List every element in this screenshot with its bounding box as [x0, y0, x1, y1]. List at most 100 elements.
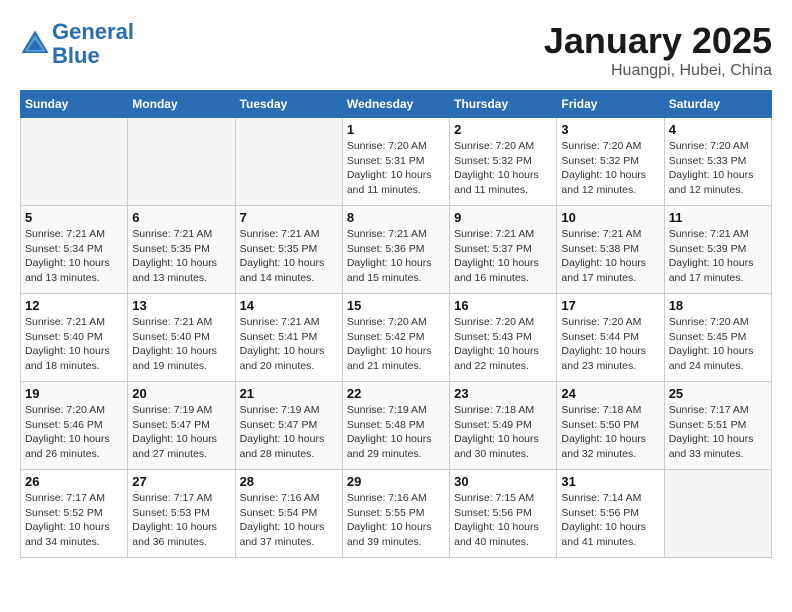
day-info: Sunrise: 7:20 AM Sunset: 5:42 PM Dayligh…: [347, 315, 445, 374]
day-info: Sunrise: 7:20 AM Sunset: 5:44 PM Dayligh…: [561, 315, 659, 374]
day-number: 25: [669, 386, 767, 401]
day-number: 12: [25, 298, 123, 313]
header-wednesday: Wednesday: [342, 91, 449, 118]
calendar-cell: 26Sunrise: 7:17 AM Sunset: 5:52 PM Dayli…: [21, 470, 128, 558]
day-number: 15: [347, 298, 445, 313]
calendar-cell: 27Sunrise: 7:17 AM Sunset: 5:53 PM Dayli…: [128, 470, 235, 558]
day-number: 8: [347, 210, 445, 225]
day-number: 19: [25, 386, 123, 401]
calendar-cell: [235, 118, 342, 206]
day-number: 2: [454, 122, 552, 137]
header-tuesday: Tuesday: [235, 91, 342, 118]
day-info: Sunrise: 7:21 AM Sunset: 5:39 PM Dayligh…: [669, 227, 767, 286]
logo-line1: General: [52, 19, 134, 44]
day-number: 17: [561, 298, 659, 313]
day-number: 22: [347, 386, 445, 401]
calendar-cell: 9 Sunrise: 7:21 AM Sunset: 5:37 PM Daylig…: [450, 206, 557, 294]
calendar-cell: 1Sunrise: 7:20 AM Sunset: 5:31 PM Daylig…: [342, 118, 449, 206]
day-number: 9: [454, 210, 552, 225]
calendar-cell: 10 Sunrise: 7:21 AM Sunset: 5:38 PM Dayli…: [557, 206, 664, 294]
calendar-cell: 31 Sunrise: 7:14 AM Sunset: 5:56 PM Dayli…: [557, 470, 664, 558]
calendar-cell: 7Sunrise: 7:21 AM Sunset: 5:35 PM Daylig…: [235, 206, 342, 294]
day-info: Sunrise: 7:21 AM Sunset: 5:36 PM Dayligh…: [347, 227, 445, 286]
day-number: 6: [132, 210, 230, 225]
day-info: Sunrise: 7:21 AM Sunset: 5:37 PM Dayligh…: [454, 227, 552, 286]
calendar-cell: 6 Sunrise: 7:21 AM Sunset: 5:35 PM Daylig…: [128, 206, 235, 294]
day-info: Sunrise: 7:14 AM Sunset: 5:56 PM Dayligh…: [561, 491, 659, 550]
day-info: Sunrise: 7:21 AM Sunset: 5:38 PM Dayligh…: [561, 227, 659, 286]
day-info: Sunrise: 7:19 AM Sunset: 5:47 PM Dayligh…: [240, 403, 338, 462]
day-info: Sunrise: 7:16 AM Sunset: 5:55 PM Dayligh…: [347, 491, 445, 550]
header-saturday: Saturday: [664, 91, 771, 118]
calendar-cell: 30 Sunrise: 7:15 AM Sunset: 5:56 PM Dayli…: [450, 470, 557, 558]
calendar-cell: 19 Sunrise: 7:20 AM Sunset: 5:46 PM Dayli…: [21, 382, 128, 470]
calendar-cell: 8 Sunrise: 7:21 AM Sunset: 5:36 PM Daylig…: [342, 206, 449, 294]
day-info: Sunrise: 7:21 AM Sunset: 5:40 PM Dayligh…: [25, 315, 123, 374]
calendar-cell: 13 Sunrise: 7:21 AM Sunset: 5:40 PM Dayli…: [128, 294, 235, 382]
day-info: Sunrise: 7:21 AM Sunset: 5:41 PM Dayligh…: [240, 315, 338, 374]
calendar-header-row: SundayMondayTuesdayWednesdayThursdayFrid…: [21, 91, 772, 118]
day-number: 30: [454, 474, 552, 489]
calendar-title: January 2025: [544, 20, 772, 62]
day-info: Sunrise: 7:21 AM Sunset: 5:35 PM Dayligh…: [132, 227, 230, 286]
day-info: Sunrise: 7:19 AM Sunset: 5:47 PM Dayligh…: [132, 403, 230, 462]
day-info: Sunrise: 7:21 AM Sunset: 5:34 PM Dayligh…: [25, 227, 123, 286]
calendar-cell: 14 Sunrise: 7:21 AM Sunset: 5:41 PM Dayli…: [235, 294, 342, 382]
calendar-cell: 24 Sunrise: 7:18 AM Sunset: 5:50 PM Dayli…: [557, 382, 664, 470]
day-number: 26: [25, 474, 123, 489]
day-info: Sunrise: 7:16 AM Sunset: 5:54 PM Dayligh…: [240, 491, 338, 550]
calendar-cell: 17 Sunrise: 7:20 AM Sunset: 5:44 PM Dayli…: [557, 294, 664, 382]
calendar-cell: [664, 470, 771, 558]
day-number: 21: [240, 386, 338, 401]
calendar-cell: 11 Sunrise: 7:21 AM Sunset: 5:39 PM Dayli…: [664, 206, 771, 294]
day-info: Sunrise: 7:20 AM Sunset: 5:31 PM Dayligh…: [347, 139, 445, 198]
title-block: January 2025 Huangpi, Hubei, China: [544, 20, 772, 80]
day-number: 28: [240, 474, 338, 489]
header-monday: Monday: [128, 91, 235, 118]
calendar-cell: 20 Sunrise: 7:19 AM Sunset: 5:47 PM Dayli…: [128, 382, 235, 470]
header-thursday: Thursday: [450, 91, 557, 118]
calendar-cell: 23Sunrise: 7:18 AM Sunset: 5:49 PM Dayli…: [450, 382, 557, 470]
calendar-cell: 2 Sunrise: 7:20 AM Sunset: 5:32 PM Daylig…: [450, 118, 557, 206]
logo-text: General Blue: [52, 20, 134, 68]
calendar-cell: 4Sunrise: 7:20 AM Sunset: 5:33 PM Daylig…: [664, 118, 771, 206]
day-number: 3: [561, 122, 659, 137]
week-row-2: 5 Sunrise: 7:21 AM Sunset: 5:34 PM Daylig…: [21, 206, 772, 294]
day-number: 5: [25, 210, 123, 225]
day-info: Sunrise: 7:20 AM Sunset: 5:33 PM Dayligh…: [669, 139, 767, 198]
calendar-cell: [21, 118, 128, 206]
day-info: Sunrise: 7:20 AM Sunset: 5:45 PM Dayligh…: [669, 315, 767, 374]
logo: General Blue: [20, 20, 134, 68]
day-number: 31: [561, 474, 659, 489]
calendar-cell: 16Sunrise: 7:20 AM Sunset: 5:43 PM Dayli…: [450, 294, 557, 382]
day-info: Sunrise: 7:15 AM Sunset: 5:56 PM Dayligh…: [454, 491, 552, 550]
calendar-cell: 15 Sunrise: 7:20 AM Sunset: 5:42 PM Dayli…: [342, 294, 449, 382]
header-sunday: Sunday: [21, 91, 128, 118]
day-number: 23: [454, 386, 552, 401]
calendar-cell: 3 Sunrise: 7:20 AM Sunset: 5:32 PM Daylig…: [557, 118, 664, 206]
day-info: Sunrise: 7:20 AM Sunset: 5:43 PM Dayligh…: [454, 315, 552, 374]
calendar-cell: 12 Sunrise: 7:21 AM Sunset: 5:40 PM Dayli…: [21, 294, 128, 382]
calendar-cell: 28 Sunrise: 7:16 AM Sunset: 5:54 PM Dayli…: [235, 470, 342, 558]
day-info: Sunrise: 7:20 AM Sunset: 5:32 PM Dayligh…: [561, 139, 659, 198]
day-number: 20: [132, 386, 230, 401]
day-number: 24: [561, 386, 659, 401]
day-info: Sunrise: 7:21 AM Sunset: 5:35 PM Dayligh…: [240, 227, 338, 286]
calendar-cell: 25 Sunrise: 7:17 AM Sunset: 5:51 PM Dayli…: [664, 382, 771, 470]
day-info: Sunrise: 7:21 AM Sunset: 5:40 PM Dayligh…: [132, 315, 230, 374]
calendar-table: SundayMondayTuesdayWednesdayThursdayFrid…: [20, 90, 772, 558]
calendar-cell: 5 Sunrise: 7:21 AM Sunset: 5:34 PM Daylig…: [21, 206, 128, 294]
day-number: 14: [240, 298, 338, 313]
day-number: 10: [561, 210, 659, 225]
logo-line2: Blue: [52, 43, 100, 68]
day-info: Sunrise: 7:20 AM Sunset: 5:46 PM Dayligh…: [25, 403, 123, 462]
day-number: 27: [132, 474, 230, 489]
day-info: Sunrise: 7:17 AM Sunset: 5:51 PM Dayligh…: [669, 403, 767, 462]
day-info: Sunrise: 7:18 AM Sunset: 5:50 PM Dayligh…: [561, 403, 659, 462]
week-row-5: 26Sunrise: 7:17 AM Sunset: 5:52 PM Dayli…: [21, 470, 772, 558]
page-header: General Blue January 2025 Huangpi, Hubei…: [20, 20, 772, 80]
day-info: Sunrise: 7:20 AM Sunset: 5:32 PM Dayligh…: [454, 139, 552, 198]
day-number: 11: [669, 210, 767, 225]
week-row-3: 12 Sunrise: 7:21 AM Sunset: 5:40 PM Dayli…: [21, 294, 772, 382]
day-number: 13: [132, 298, 230, 313]
